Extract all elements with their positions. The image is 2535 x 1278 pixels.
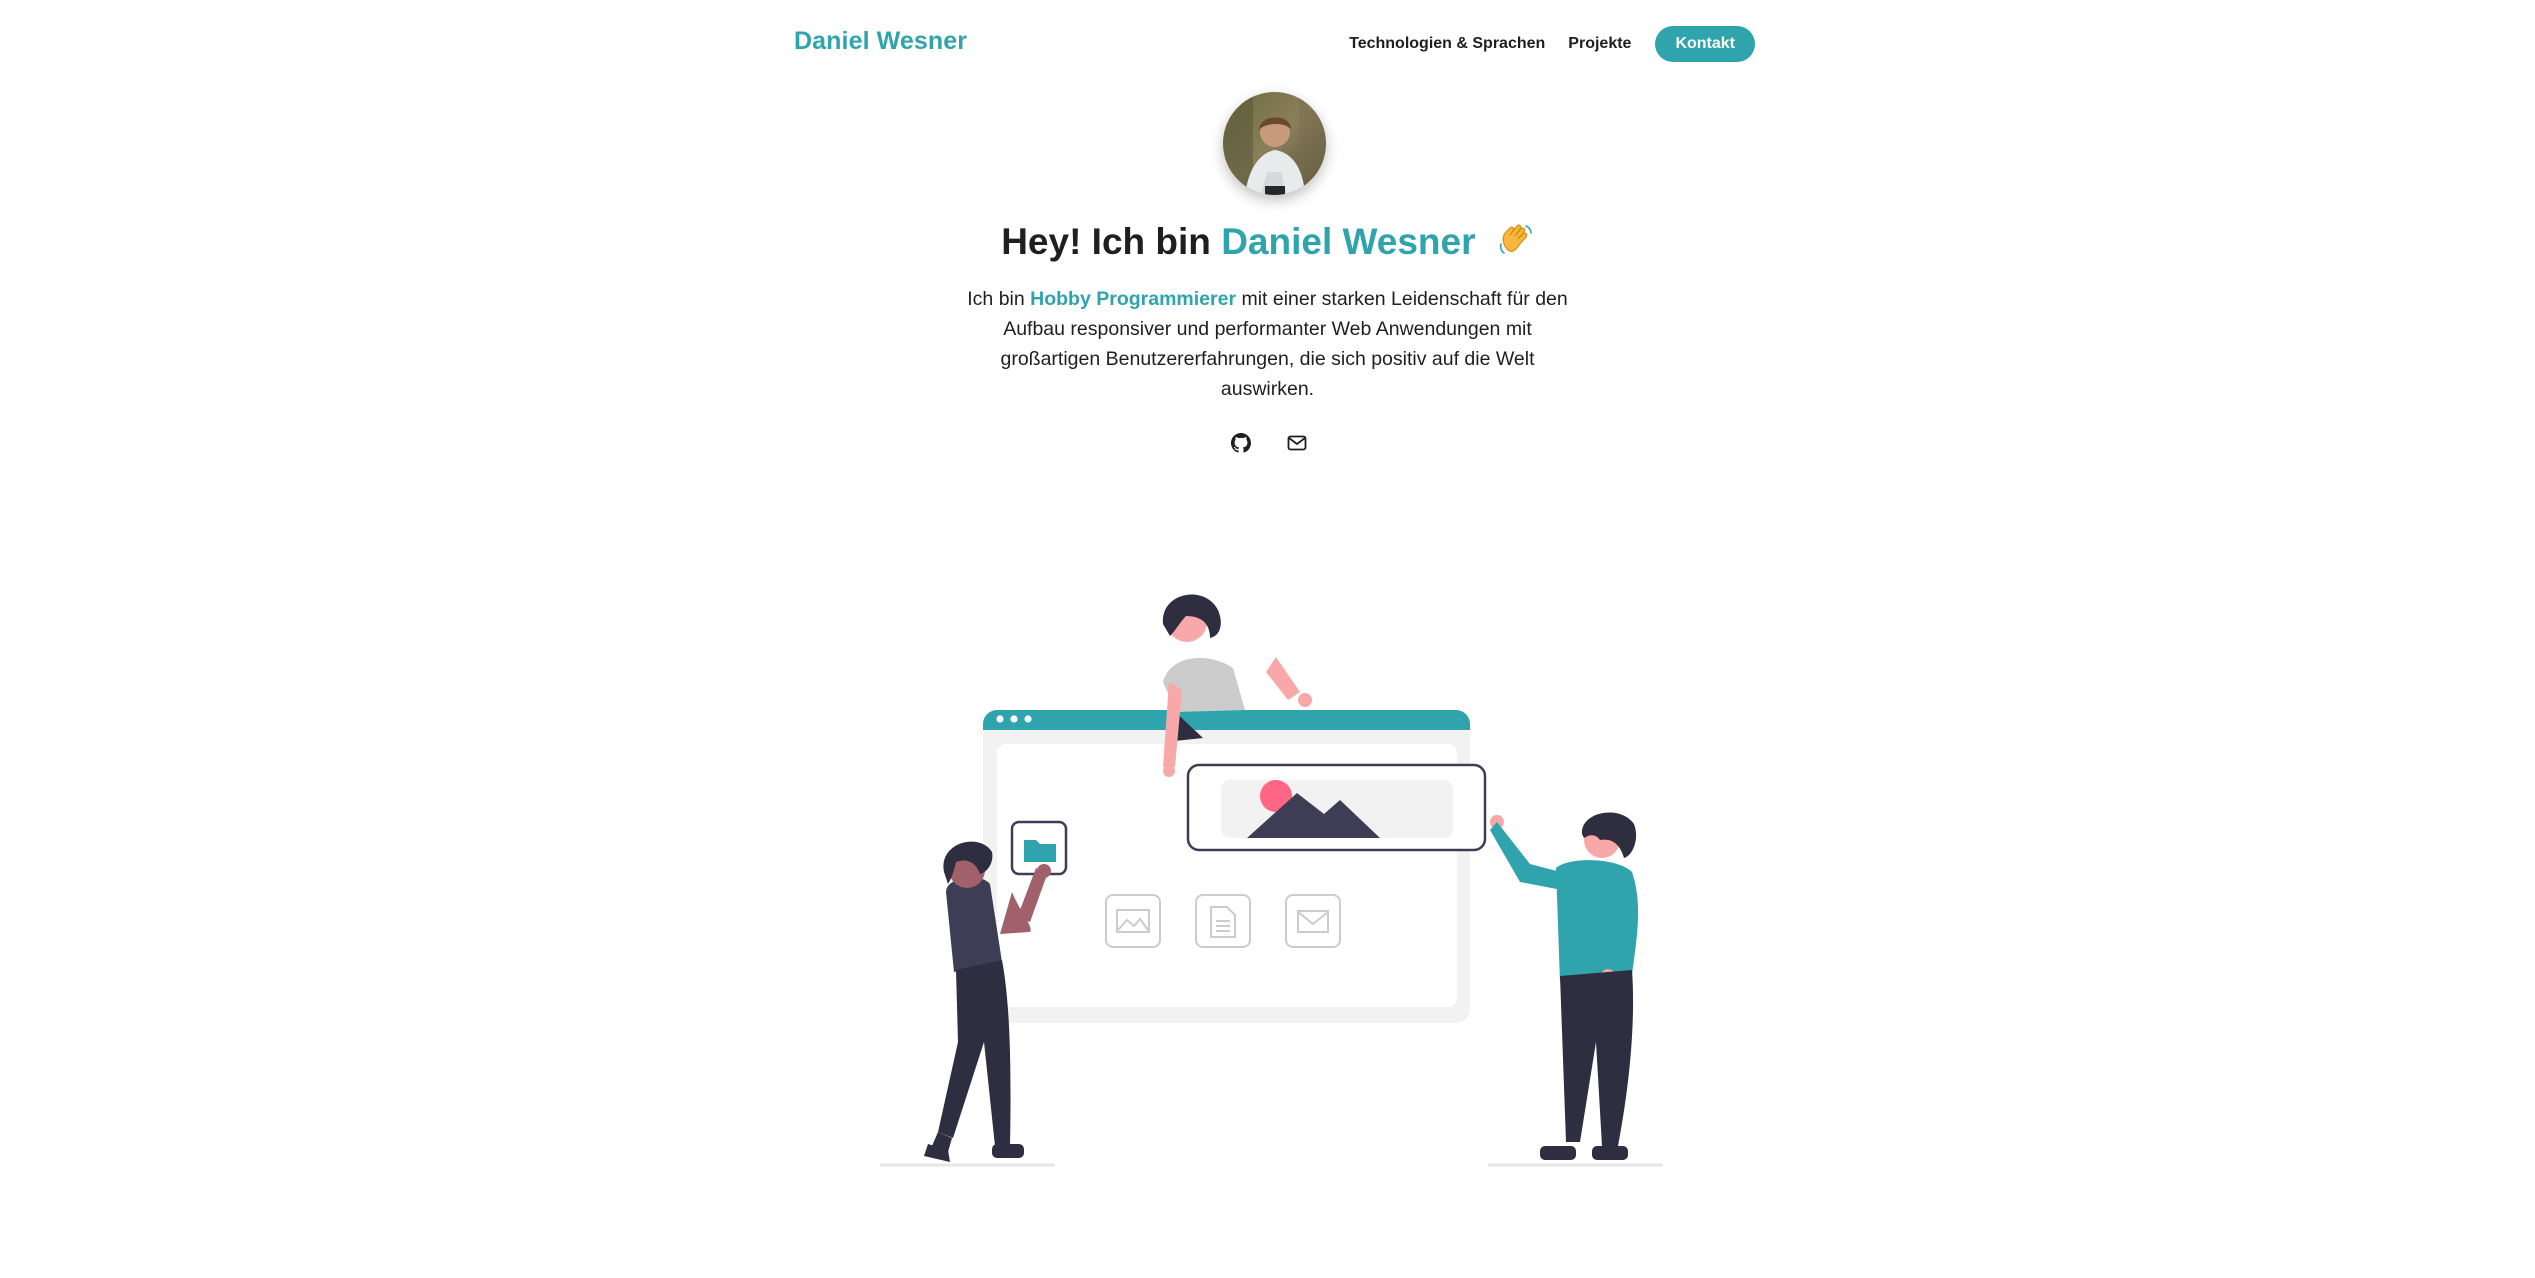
hero-name: Daniel Wesner <box>1221 221 1476 262</box>
hero-description: Ich bin Hobby Programmierer mit einer st… <box>960 284 1575 404</box>
hero-title: Hey! Ich bin Daniel Wesner <box>0 220 2535 267</box>
main-nav: Technologien & Sprachen Projekte Kontakt <box>1349 26 1755 62</box>
social-links <box>1230 432 1308 454</box>
wave-icon <box>1498 220 1534 267</box>
avatar-photo <box>1223 92 1326 195</box>
hero-greeting: Hey! Ich bin <box>1001 221 1211 262</box>
contact-button[interactable]: Kontakt <box>1655 26 1755 62</box>
mail-icon[interactable] <box>1286 432 1308 454</box>
page: Daniel Wesner Technologien & Sprachen Pr… <box>0 0 2535 1278</box>
hero-text-before: Ich bin <box>967 288 1025 310</box>
brand-logo[interactable]: Daniel Wesner <box>794 27 967 56</box>
hero-illustration <box>880 594 1663 1167</box>
person-right <box>1490 812 1639 1160</box>
image-card <box>1186 763 1487 852</box>
avatar <box>1223 92 1326 195</box>
github-icon[interactable] <box>1230 432 1252 454</box>
nav-technologies[interactable]: Technologien & Sprachen <box>1349 35 1545 53</box>
hero-highlight: Hobby Programmierer <box>1030 288 1237 310</box>
nav-projects[interactable]: Projekte <box>1568 35 1631 53</box>
